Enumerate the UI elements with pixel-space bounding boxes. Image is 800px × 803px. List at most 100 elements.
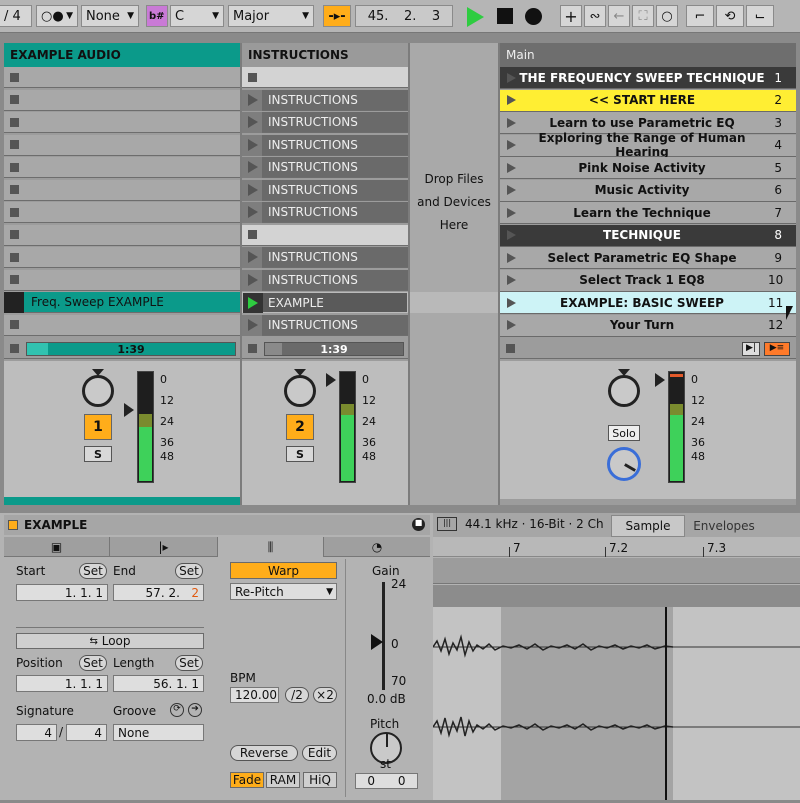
stop-icon[interactable] (10, 72, 19, 82)
clip-slot-playing[interactable]: EXAMPLE (242, 292, 408, 313)
stop-icon[interactable] (248, 72, 257, 82)
clip-slot-empty[interactable] (4, 157, 240, 178)
waveform-display[interactable] (432, 607, 800, 800)
scene-launch-icon[interactable] (507, 185, 516, 195)
clip-title[interactable]: EXAMPLE (24, 518, 87, 532)
draw-mode-button[interactable]: ⌐ (686, 5, 714, 27)
scene-launch-icon[interactable]: ▶≡ (764, 342, 790, 356)
clip-slot-empty[interactable] (4, 314, 240, 336)
play-icon[interactable] (248, 116, 258, 128)
pitch-fields[interactable]: 00 (355, 773, 418, 789)
follow-button[interactable]: -▸- (323, 5, 351, 27)
loop-button[interactable]: ⇆ Loop (16, 633, 204, 649)
reverse-button[interactable]: Reverse (230, 745, 298, 761)
stop-icon[interactable] (10, 117, 19, 127)
clip-slot[interactable]: INSTRUCTIONS (242, 269, 408, 291)
play-icon[interactable] (248, 318, 258, 331)
position-set-button[interactable]: Set (79, 655, 107, 671)
scene-launch-icon[interactable] (507, 95, 516, 105)
play-icon[interactable] (248, 296, 258, 309)
track-activator-button[interactable]: 2 (286, 414, 314, 440)
stop-icon[interactable] (497, 8, 513, 24)
automation-arm-button[interactable]: ∾ (584, 5, 606, 27)
start-set-button[interactable]: Set (79, 563, 107, 579)
quantize-dropdown[interactable]: None ▼ (81, 5, 139, 27)
key-dropdown[interactable]: C ▼ (170, 5, 224, 27)
clip-slot[interactable]: INSTRUCTIONS (242, 157, 408, 178)
capture-button[interactable]: ⛶ (632, 5, 654, 27)
cue-volume-knob[interactable] (607, 447, 641, 481)
scene-launch-icon[interactable] (507, 72, 516, 83)
volume-pointer-icon[interactable] (326, 373, 336, 387)
hiq-button[interactable]: HiQ (303, 772, 337, 788)
stop-clips-icon[interactable] (10, 344, 19, 353)
scene-row[interactable]: Music Activity 6 (500, 179, 796, 202)
track-header-example-audio[interactable]: EXAMPLE AUDIO (4, 43, 240, 67)
arrangement-position[interactable]: 45. 2. 3 (355, 5, 453, 27)
stop-icon[interactable] (10, 185, 19, 194)
scene-row[interactable]: EXAMPLE: BASIC SWEEP 11 (500, 292, 796, 314)
scene-row[interactable]: Select Parametric EQ Shape 9 (500, 247, 796, 269)
clip-slot-empty[interactable] (4, 202, 240, 223)
scene-launch-icon[interactable] (507, 230, 516, 240)
stop-icon[interactable] (10, 95, 19, 104)
clip-slot-empty[interactable] (4, 89, 240, 111)
bpm-field[interactable]: 120.00 (230, 687, 279, 703)
pan-knob[interactable] (608, 375, 640, 407)
play-icon[interactable] (248, 251, 258, 263)
clip-slot[interactable]: INSTRUCTIONS (242, 112, 408, 133)
stop-icon[interactable] (248, 230, 257, 239)
audio-tab[interactable]: ⫼ (218, 537, 324, 557)
track-activator-button[interactable]: 1 (84, 414, 112, 440)
signature-denominator[interactable]: 4 (66, 724, 107, 741)
stop-icon[interactable] (10, 162, 19, 172)
clip-slot[interactable]: INSTRUCTIONS (242, 314, 408, 336)
scene-launch-icon[interactable] (507, 117, 516, 128)
clip-slot[interactable]: INSTRUCTIONS (242, 134, 408, 156)
solo-button[interactable]: S (286, 446, 314, 462)
play-icon[interactable] (248, 206, 258, 218)
groove-commit-icon[interactable]: ➔ (188, 703, 202, 717)
play-icon[interactable] (248, 93, 258, 106)
signature-numerator[interactable]: 4 (16, 724, 57, 741)
warp-button[interactable]: Warp (230, 562, 337, 579)
loop-switch-button[interactable]: ⟲ (716, 5, 744, 27)
clip-slot-empty[interactable] (4, 179, 240, 201)
clip-color-swatch[interactable] (8, 520, 18, 530)
waveform-toggle-icon[interactable]: ||| (437, 517, 457, 531)
track-header-instructions[interactable]: INSTRUCTIONS (242, 43, 408, 67)
scene-row[interactable]: Select Track 1 EQ8 10 (500, 269, 796, 292)
play-icon[interactable] (248, 138, 258, 151)
end-field[interactable]: 57. 2. 2 (113, 584, 204, 601)
scene-launch-icon[interactable] (507, 207, 516, 218)
solo-button[interactable]: S (84, 446, 112, 462)
length-set-button[interactable]: Set (175, 655, 203, 671)
volume-pointer-icon[interactable] (124, 403, 134, 417)
clip-slot-empty[interactable] (242, 67, 408, 88)
drop-zone[interactable]: Drop Files and Devices Here (410, 43, 498, 505)
clip-slot-empty[interactable] (4, 134, 240, 156)
solo-cue-button[interactable]: Solo (608, 425, 640, 441)
stop-icon[interactable] (10, 140, 19, 149)
save-icon[interactable]: ■ (412, 518, 425, 531)
scene-launch-icon[interactable] (507, 140, 516, 150)
scene-launch-icon[interactable] (507, 320, 516, 330)
clip-slot-empty[interactable] (4, 269, 240, 291)
stop-icon[interactable] (10, 275, 19, 284)
clip-slot[interactable]: INSTRUCTIONS (242, 247, 408, 268)
gain-slider-thumb[interactable] (371, 634, 383, 650)
envelope-tab[interactable]: ◔ (324, 537, 430, 557)
sample-tab[interactable]: Sample (611, 515, 685, 537)
master-header[interactable]: Main (500, 43, 796, 67)
warp-mode-dropdown[interactable]: Re-Pitch ▼ (230, 583, 337, 600)
warp-marker-lane[interactable] (433, 585, 800, 607)
end-set-button[interactable]: Set (175, 563, 203, 579)
beat-ruler[interactable]: 7 7.2 7.3 (433, 537, 800, 557)
stop-icon[interactable] (10, 252, 19, 262)
scene-row[interactable]: TECHNIQUE 8 (500, 224, 796, 247)
clip-slot[interactable]: INSTRUCTIONS (242, 202, 408, 223)
volume-pointer-icon[interactable] (655, 373, 665, 387)
stop-icon[interactable] (10, 320, 19, 329)
back-to-arrangement-button[interactable]: ← (608, 5, 630, 27)
clip-slot-playing[interactable]: Freq. Sweep EXAMPLE (4, 292, 240, 313)
